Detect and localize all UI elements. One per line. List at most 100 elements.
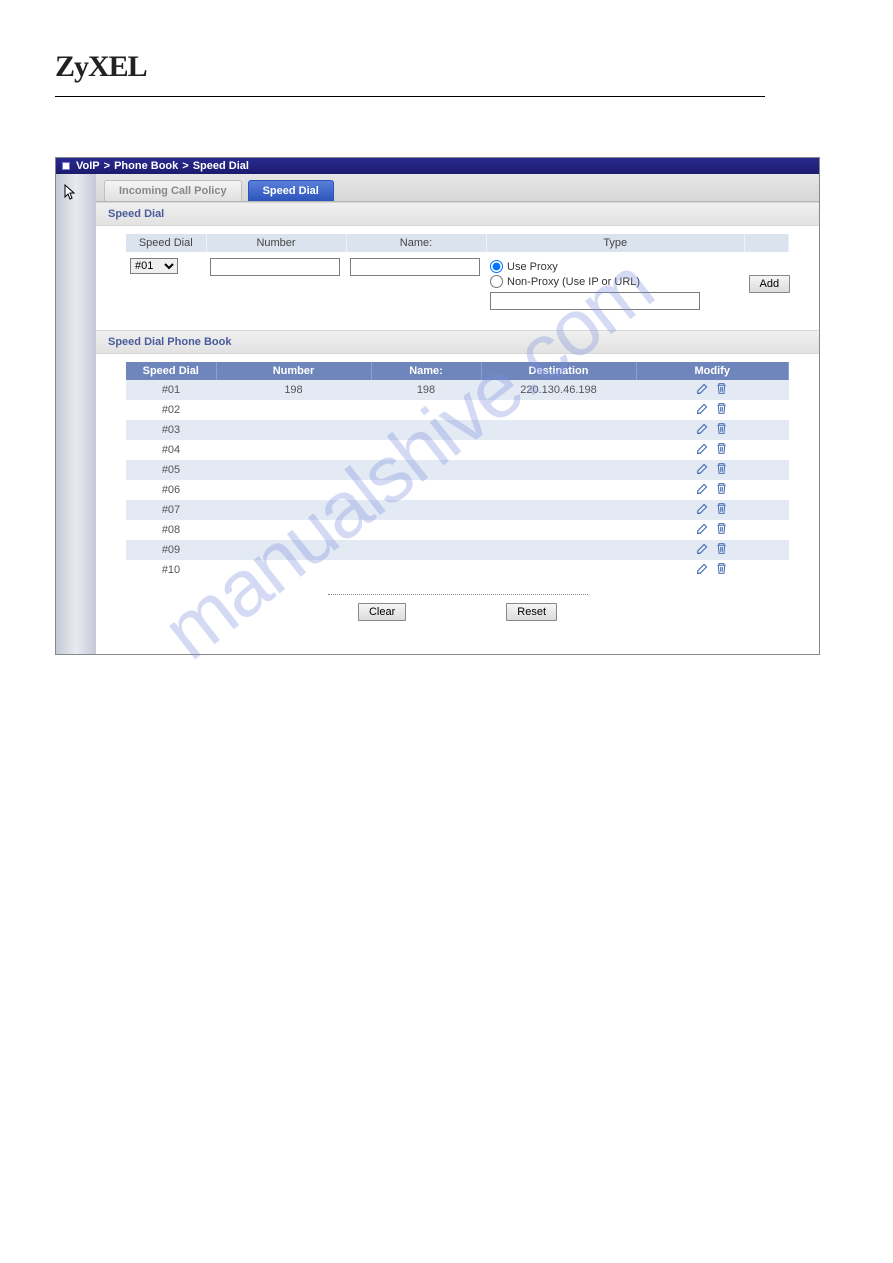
table-row: #07: [126, 500, 789, 520]
phonebook-table: Speed Dial Number Name: Destination Modi…: [126, 362, 789, 580]
delete-icon[interactable]: [715, 562, 728, 578]
delete-icon[interactable]: [715, 542, 728, 558]
table-row: #04: [126, 440, 789, 460]
breadcrumb: VoIP > Phone Book > Speed Dial: [56, 158, 819, 174]
header-rule: [55, 96, 765, 97]
col-header-type: Type: [486, 234, 745, 252]
tabs-row: Incoming Call Policy Speed Dial: [96, 174, 819, 202]
edit-icon[interactable]: [696, 422, 709, 438]
number-input[interactable]: [210, 258, 340, 276]
cell-destination: [481, 520, 636, 540]
app-window: VoIP > Phone Book > Speed Dial Incoming …: [55, 157, 820, 655]
radio-non-proxy[interactable]: [490, 275, 503, 288]
radio-non-proxy-label: Non-Proxy (Use IP or URL): [507, 276, 640, 288]
cell-name: 198: [371, 380, 481, 400]
tab-incoming-call-policy[interactable]: Incoming Call Policy: [104, 180, 242, 201]
edit-icon[interactable]: [696, 502, 709, 518]
delete-icon[interactable]: [715, 382, 728, 398]
non-proxy-url-input[interactable]: [490, 292, 700, 310]
cell-speeddial: #08: [126, 520, 216, 540]
cell-number: [216, 460, 371, 480]
cell-destination: [481, 560, 636, 580]
cell-number: [216, 520, 371, 540]
pb-col-destination: Destination: [481, 362, 636, 380]
cell-number: [216, 440, 371, 460]
input-table: Speed Dial Number Name: Type #01: [126, 234, 789, 316]
edit-icon[interactable]: [696, 382, 709, 398]
table-row: #09: [126, 540, 789, 560]
cell-destination: [481, 440, 636, 460]
cell-speeddial: #05: [126, 460, 216, 480]
cell-name: [371, 420, 481, 440]
delete-icon[interactable]: [715, 442, 728, 458]
edit-icon[interactable]: [696, 482, 709, 498]
breadcrumb-sep: >: [104, 160, 110, 172]
breadcrumb-icon: [62, 162, 70, 170]
clear-button[interactable]: Clear: [358, 603, 406, 621]
edit-icon[interactable]: [696, 562, 709, 578]
edit-icon[interactable]: [696, 462, 709, 478]
delete-icon[interactable]: [715, 522, 728, 538]
cell-destination: [481, 400, 636, 420]
delete-icon[interactable]: [715, 482, 728, 498]
cell-name: [371, 540, 481, 560]
delete-icon[interactable]: [715, 402, 728, 418]
breadcrumb-item-phonebook[interactable]: Phone Book: [114, 160, 178, 172]
cell-number: [216, 400, 371, 420]
edit-icon[interactable]: [696, 522, 709, 538]
cell-name: [371, 480, 481, 500]
edit-icon[interactable]: [696, 442, 709, 458]
edit-icon[interactable]: [696, 542, 709, 558]
pb-col-number: Number: [216, 362, 371, 380]
delete-icon[interactable]: [715, 462, 728, 478]
breadcrumb-item-voip[interactable]: VoIP: [76, 160, 100, 172]
edit-icon[interactable]: [696, 402, 709, 418]
table-row: #08: [126, 520, 789, 540]
cell-speeddial: #09: [126, 540, 216, 560]
table-row: #01198198220.130.46.198: [126, 380, 789, 400]
table-row: #03: [126, 420, 789, 440]
cell-speeddial: #07: [126, 500, 216, 520]
col-header-name: Name:: [346, 234, 486, 252]
left-gradient-sidebar: [56, 174, 96, 654]
breadcrumb-item-speeddial: Speed Dial: [193, 160, 249, 172]
cell-destination: 220.130.46.198: [481, 380, 636, 400]
cell-number: [216, 500, 371, 520]
cursor-icon: [64, 184, 76, 203]
radio-use-proxy[interactable]: [490, 260, 503, 273]
cell-number: [216, 420, 371, 440]
cell-speeddial: #06: [126, 480, 216, 500]
delete-icon[interactable]: [715, 422, 728, 438]
speed-dial-select[interactable]: #01: [130, 258, 178, 274]
cell-number: [216, 480, 371, 500]
delete-icon[interactable]: [715, 502, 728, 518]
cell-destination: [481, 480, 636, 500]
cell-speeddial: #01: [126, 380, 216, 400]
col-header-number: Number: [206, 234, 346, 252]
cell-name: [371, 440, 481, 460]
col-header-speeddial: Speed Dial: [126, 234, 206, 252]
section-header-phonebook: Speed Dial Phone Book: [96, 330, 819, 354]
tab-speed-dial[interactable]: Speed Dial: [248, 180, 334, 201]
cell-speeddial: #02: [126, 400, 216, 420]
cell-destination: [481, 420, 636, 440]
pb-col-modify: Modify: [636, 362, 789, 380]
cell-destination: [481, 460, 636, 480]
cell-speeddial: #04: [126, 440, 216, 460]
table-row: #05: [126, 460, 789, 480]
pb-col-name: Name:: [371, 362, 481, 380]
cell-name: [371, 460, 481, 480]
breadcrumb-sep: >: [182, 160, 188, 172]
name-input[interactable]: [350, 258, 480, 276]
cell-name: [371, 560, 481, 580]
brand-logo: ZyXEL: [55, 50, 893, 84]
cell-number: [216, 560, 371, 580]
cell-speeddial: #10: [126, 560, 216, 580]
reset-button[interactable]: Reset: [506, 603, 557, 621]
table-row: #02: [126, 400, 789, 420]
add-button[interactable]: Add: [749, 275, 791, 293]
table-row: #10: [126, 560, 789, 580]
cell-name: [371, 400, 481, 420]
cell-name: [371, 520, 481, 540]
cell-destination: [481, 540, 636, 560]
